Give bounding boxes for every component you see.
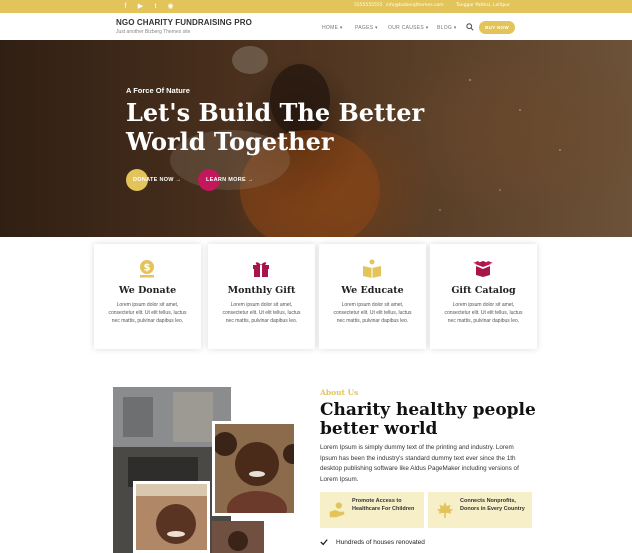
nav-home[interactable]: HOME ▾ [322,25,343,31]
card-text: Lorem ipsum dolor sit amet, consectetur … [222,302,301,324]
about-photo-girl [133,481,210,553]
card-title: Monthly Gift [227,285,296,296]
about-paragraph: Lorem Ipsum is simply dummy text of the … [320,444,519,483]
box-icon [473,261,493,277]
nav-blog[interactable]: BLOG ▾ [437,25,457,31]
instagram-icon[interactable]: ◉ [166,2,175,11]
top-bar: f ▶ t ◉ 5555555555 info@bizberqthemes.co… [0,0,632,13]
youtube-icon[interactable]: ▶ [136,2,145,11]
book-icon [363,259,381,278]
card-gift-catalog: Gift Catalog Lorem ipsum dolor sit amet,… [430,244,537,349]
gift-icon [253,262,269,277]
card-monthly-gift: Monthly Gift Lorem ipsum dolor sit amet,… [208,244,315,349]
card-we-educate: We Educate Lorem ipsum dolor sit amet, c… [319,244,426,349]
phone-text[interactable]: 5555555555 [354,3,383,8]
search-icon[interactable] [466,23,474,31]
card-text: Lorem ipsum dolor sit amet, consectetur … [333,302,412,324]
social-links: f ▶ t ◉ [121,2,175,11]
svg-text:$: $ [144,263,151,274]
site-title[interactable]: NGO CHARITY FUNDRAISING PRO [116,18,252,27]
card-text: Lorem ipsum dolor sit amet, consectetur … [444,302,523,324]
card-we-donate: $ We Donate Lorem ipsum dolor sit amet, … [94,244,201,349]
dollar-icon: $ [140,260,154,278]
hero-title: Let's Build The Better World Together [126,98,425,156]
twitter-icon[interactable]: t [151,2,160,11]
about-eyebrow: About Us [320,388,359,397]
card-title: Gift Catalog [451,285,516,296]
about-photo-boy [212,421,297,516]
checklist-label: Hundreds of houses renovated [336,538,425,546]
feature-nonprofits: Connects Nonprofits, Donors in Every Cou… [428,492,532,528]
checklist-item: Hundreds of houses renovated [320,538,425,546]
hero-subtitle: A Force Of Nature [126,86,190,95]
card-title: We Donate [118,285,177,296]
feature-label: Connects Nonprofits, Donors in Every Cou… [460,498,525,512]
site-tagline: Just another Bizberg Themes site [116,29,191,35]
buy-now-button[interactable]: BUY NOW [479,21,515,34]
feature-healthcare: Promote Access to Healthcare For Childre… [320,492,424,528]
maple-leaf-icon [436,501,454,519]
facebook-icon[interactable]: f [121,2,130,11]
feature-label: Promote Access to Healthcare For Childre… [352,498,415,512]
about-photo-small [212,521,264,553]
nav-our-causes[interactable]: OUR CAUSES ▾ [388,25,429,31]
address-text: Tanggar Pathisi, Lalitpur [456,3,511,8]
check-icon [320,539,328,546]
about-title: Charity healthy people better world [320,400,536,439]
email-text[interactable]: info@bizberqthemes.com [386,3,444,8]
nav-pages[interactable]: PAGES ▾ [355,25,378,31]
card-title: We Educate [341,285,404,296]
site-header: NGO CHARITY FUNDRAISING PRO Just another… [0,13,632,40]
hero-banner: A Force Of Nature Let's Build The Better… [0,40,632,237]
card-text: Lorem ipsum dolor sit amet, consectetur … [108,302,187,324]
hands-icon [329,502,345,518]
learn-more-label[interactable]: LEARN MORE → [206,177,254,183]
donate-now-label[interactable]: DONATE NOW → [133,177,181,183]
